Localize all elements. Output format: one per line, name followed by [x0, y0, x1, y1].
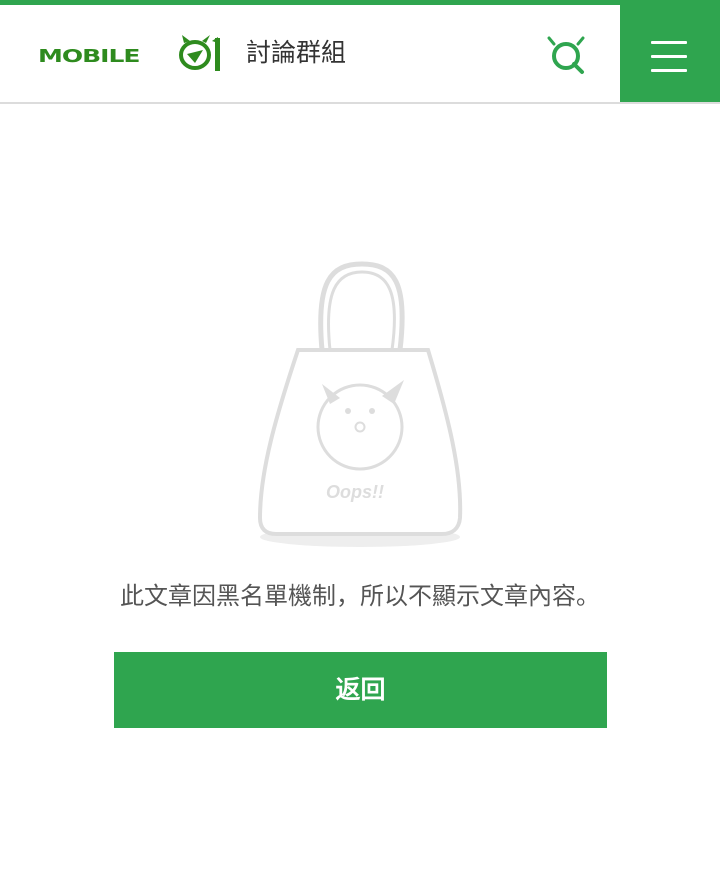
logo-wordmark: MOBILE [38, 45, 140, 67]
hamburger-menu-button[interactable] [620, 5, 720, 102]
back-button[interactable]: 返回 [114, 652, 607, 728]
search-button[interactable] [546, 35, 588, 77]
search-icon [547, 36, 585, 74]
empty-bag-illustration: Oops!! [257, 261, 463, 547]
oops-label: Oops!! [326, 482, 384, 502]
logo-devil-mark-icon [179, 35, 220, 71]
site-header: MOBILE 討論群組 [0, 5, 720, 104]
section-title[interactable]: 討論群組 [246, 35, 346, 71]
blacklist-message: 此文章因黑名單機制，所以不顯示文章內容。 [120, 582, 600, 610]
site-logo[interactable]: MOBILE [38, 33, 228, 77]
